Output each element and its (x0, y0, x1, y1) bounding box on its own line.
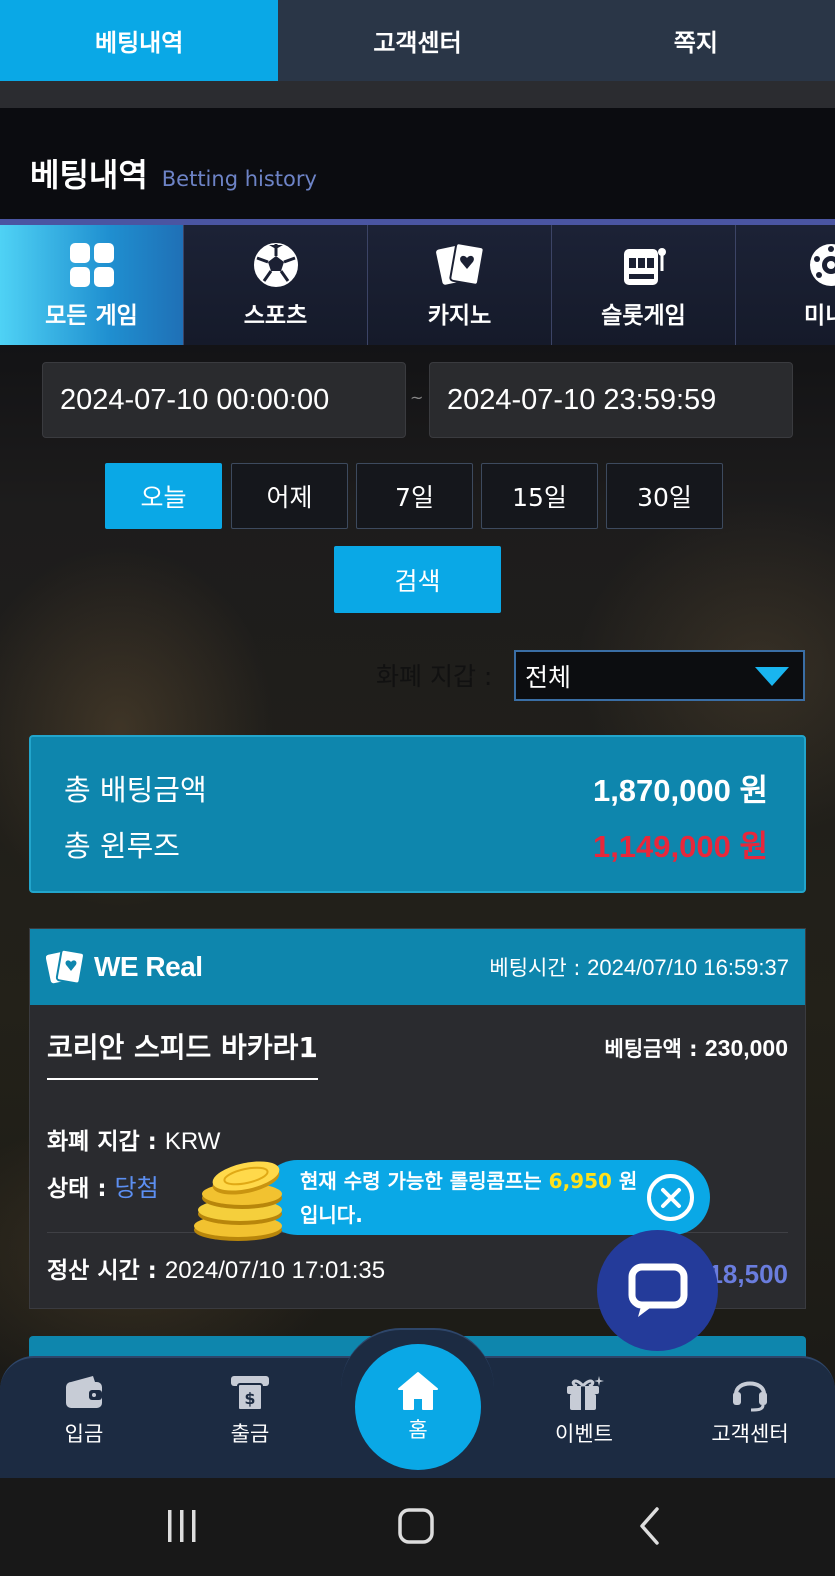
playing-cards-icon (435, 240, 485, 290)
category-sports[interactable]: 스포츠 (184, 225, 368, 345)
page-title: 베팅내역 Betting history (30, 150, 317, 196)
category-casino[interactable]: 카지노 (368, 225, 552, 345)
category-slot-games[interactable]: 슬롯게임 (552, 225, 736, 345)
game-category-tabs: 모든 게임 스포츠 카지노 슬롯게임 미 (0, 219, 835, 345)
back-button[interactable] (610, 1496, 690, 1556)
top-tab-bar: 베팅내역 고객센터 쪽지 (0, 0, 835, 81)
settle-info: 정산 시간 : 2024/07/10 17:01:35 (47, 1251, 385, 1285)
gift-icon (567, 1376, 604, 1410)
period-15days-button[interactable]: 15일 (481, 463, 598, 529)
tab-messages[interactable]: 쪽지 (557, 0, 835, 81)
nav-support[interactable]: 고객센터 (690, 1372, 810, 1448)
game-name: 코리안 스피드 바카라1 (47, 1026, 318, 1080)
settle-time-value: 2024/07/10 17:01:35 (164, 1257, 386, 1284)
headset-icon (733, 1381, 767, 1412)
grid-icon (67, 240, 117, 290)
nav-label: 홈 (408, 1418, 428, 1442)
nav-label: 입금 (64, 1422, 104, 1446)
soccer-ball-icon (251, 240, 301, 290)
page-title-korean: 베팅내역 (30, 156, 148, 194)
atm-cash-icon: $ (231, 1376, 269, 1411)
settle-label: 정산 시간 : (47, 1258, 157, 1284)
category-all-games[interactable]: 모든 게임 (0, 225, 184, 345)
category-label: 카지노 (427, 303, 492, 329)
live-chat-button[interactable] (597, 1230, 718, 1351)
nav-deposit[interactable]: 입금 (24, 1372, 144, 1448)
total-bet-label: 총 배팅금액 (64, 772, 207, 807)
nav-home-button[interactable]: 홈 (355, 1344, 481, 1470)
wallet-icon (66, 1376, 102, 1408)
total-winloss-value: 1,149,000 원 (592, 829, 768, 864)
period-today-button[interactable]: 오늘 (105, 463, 222, 529)
category-label: 슬롯게임 (601, 303, 686, 329)
page-title-english: Betting history (161, 167, 317, 191)
toast-unit: 원 (618, 1168, 638, 1193)
toast-close-button[interactable] (647, 1174, 694, 1221)
category-label: 스포츠 (243, 303, 308, 329)
bet-card-header: WE Real 베팅시간 : 2024/07/10 16:59:37 (30, 929, 805, 1005)
chat-bubble-icon (628, 1263, 687, 1317)
status-info: 상태 : 당첨 (47, 1168, 159, 1203)
wallet-info-label: 화폐 지갑 : (47, 1129, 157, 1155)
bet-amount: 베팅금액 : 230,000 (605, 1033, 788, 1063)
toast-text-before: 현재 수령 가능한 롤링콤프는 (300, 1168, 542, 1193)
chevron-left-icon (640, 1507, 659, 1545)
wallet-filter-label: 화폐 지갑 : (376, 662, 493, 691)
period-yesterday-button[interactable]: 어제 (231, 463, 348, 529)
category-label: 모든 게임 (45, 303, 138, 329)
bet-time-label: 베팅시간 : (489, 956, 581, 980)
betting-summary: 총 배팅금액 1,870,000 원 총 윈루즈 1,149,000 원 (29, 735, 806, 893)
provider-brand: WE Real (46, 948, 203, 986)
divider (0, 81, 835, 108)
rolling-comp-toast: 현재 수령 가능한 롤링콤프는 6,950 원 입니다. (260, 1160, 710, 1235)
bet-time-value: 2024/07/10 16:59:37 (587, 955, 789, 980)
square-home-icon (398, 1508, 434, 1544)
bet-amount-label: 베팅금액 : (604, 1037, 698, 1061)
period-30days-button[interactable]: 30일 (606, 463, 723, 529)
gold-coins-icon (190, 1150, 290, 1245)
toast-message: 현재 수령 가능한 롤링콤프는 6,950 원 입니다. (300, 1164, 637, 1232)
close-icon (660, 1187, 681, 1208)
dropdown-caret-icon (755, 667, 789, 686)
total-bet-value: 1,870,000 원 (592, 773, 768, 808)
start-date-input[interactable]: 2024-07-10 00:00:00 (42, 362, 406, 438)
payout-value: 18,500 (708, 1259, 788, 1289)
recent-apps-button[interactable] (142, 1496, 222, 1556)
bet-amount-value: 230,000 (704, 1035, 788, 1061)
wallet-filter-select[interactable]: 전체 (514, 650, 805, 701)
date-separator: ~ (410, 388, 424, 407)
category-mini[interactable]: 미니 (736, 225, 835, 345)
nav-withdraw[interactable]: $ 출금 (190, 1372, 310, 1448)
end-date-input[interactable]: 2024-07-10 23:59:59 (429, 362, 793, 438)
tab-customer-center[interactable]: 고객센터 (278, 0, 556, 81)
nav-label: 고객센터 (711, 1422, 789, 1446)
nav-event[interactable]: 이벤트 (524, 1372, 644, 1448)
period-7days-button[interactable]: 7일 (356, 463, 473, 529)
search-button[interactable]: 검색 (334, 546, 501, 613)
slot-machine-icon (619, 240, 669, 290)
home-icon (398, 1372, 438, 1410)
svg-text:$: $ (244, 1389, 255, 1408)
tab-betting-history[interactable]: 베팅내역 (0, 0, 279, 81)
recent-apps-icon (168, 1510, 196, 1542)
toast-amount: 6,950 (548, 1168, 612, 1193)
system-home-button[interactable] (376, 1496, 456, 1556)
wallet-filter-value: 전체 (525, 662, 572, 692)
status-badge: 당첨 (114, 1175, 159, 1202)
toast-text-after: 입니다. (300, 1202, 363, 1227)
status-label: 상태 : (47, 1176, 107, 1202)
playing-cards-icon (46, 948, 85, 985)
nav-label: 이벤트 (555, 1422, 613, 1446)
total-winloss-label: 총 윈루즈 (64, 828, 180, 863)
nav-label: 출금 (230, 1422, 270, 1446)
bet-time: 베팅시간 : 2024/07/10 16:59:37 (489, 952, 789, 982)
category-label: 미니 (804, 303, 835, 329)
provider-name: WE Real (94, 951, 203, 982)
system-navigation-bar (0, 1478, 835, 1576)
roulette-icon (804, 240, 835, 290)
